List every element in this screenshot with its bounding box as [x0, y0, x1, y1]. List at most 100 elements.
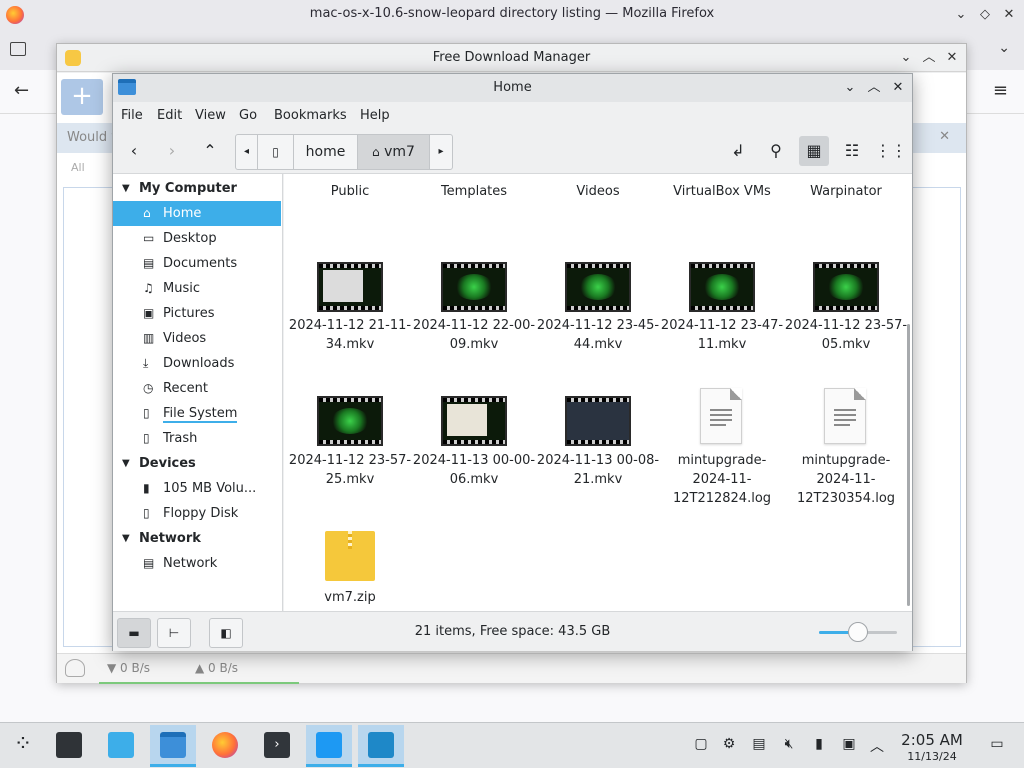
back-button[interactable]: ‹ [119, 136, 149, 166]
sidebar-item-trash[interactable]: ▯ Trash [113, 426, 281, 451]
close-icon[interactable]: ✕ [887, 77, 909, 99]
clipboard-icon[interactable]: ▢ [690, 736, 712, 752]
taskbar-store[interactable] [98, 725, 144, 767]
menu-go[interactable]: Go [239, 108, 257, 123]
close-icon[interactable]: ✕ [998, 4, 1020, 26]
menu-file[interactable]: File [121, 108, 143, 123]
file-label[interactable]: 2024-11-12 23-47-11.mkv [660, 316, 784, 354]
file-label[interactable]: mintupgrade-2024-11-12T212824.log [660, 451, 784, 508]
notes-icon[interactable]: ▤ [748, 736, 770, 752]
sidebar-item-floppy[interactable]: ▯ Floppy Disk [113, 501, 281, 526]
battery-icon[interactable]: ▮ [808, 736, 830, 752]
breadcrumb-vm7[interactable]: ⌂ vm7 [358, 135, 430, 169]
sidebar-section-my-computer[interactable]: ▼ My Computer [113, 176, 281, 201]
file-label[interactable]: 2024-11-13 00-00-06.mkv [412, 451, 536, 489]
volume-muted-icon[interactable]: 🔇︎ [778, 736, 800, 752]
breadcrumb-right-icon[interactable]: ▸ [430, 135, 452, 169]
menu-bookmarks[interactable]: Bookmarks [274, 108, 347, 123]
show-desktop-icon[interactable]: ▭ [986, 736, 1008, 752]
video-thumbnail-icon[interactable] [441, 262, 507, 312]
usb-drive-icon: ▮ [143, 481, 150, 495]
show-hidden-icons-icon[interactable]: ︿ [866, 736, 888, 756]
toggle-location-icon[interactable]: ↲ [723, 136, 753, 166]
tab-manager-icon[interactable] [10, 42, 26, 56]
banner-close-icon[interactable]: ✕ [939, 129, 950, 144]
file-label[interactable]: 2024-11-12 23-57-05.mkv [784, 316, 908, 354]
sidebar-item-file-system[interactable]: ▯ File System [113, 401, 281, 426]
folder-virtualbox-vms[interactable]: VirtualBox VMs [660, 182, 784, 201]
taskbar-settings[interactable] [46, 725, 92, 767]
drive-icon[interactable]: ▯ [258, 135, 294, 169]
folder-templates[interactable]: Templates [412, 182, 536, 201]
zip-archive-icon[interactable] [325, 531, 375, 581]
menu-view[interactable]: View [195, 108, 226, 123]
clock-date[interactable]: 11/13/24 [896, 750, 968, 763]
search-icon[interactable]: ⚲ [761, 136, 791, 166]
minimize-icon[interactable]: ⌄ [950, 4, 972, 26]
sidebar-item-music[interactable]: ♫ Music [113, 276, 281, 301]
clock-time[interactable]: 2:05 AM [896, 731, 968, 749]
network-status-icon[interactable]: ▣ [838, 736, 860, 752]
close-icon[interactable]: ✕ [941, 47, 963, 69]
minimize-icon[interactable]: ⌄ [839, 77, 861, 99]
add-download-button[interactable]: + [61, 79, 103, 115]
taskbar-system-monitor[interactable] [306, 725, 352, 767]
sidebar-item-desktop[interactable]: ▭ Desktop [113, 226, 281, 251]
video-thumbnail-icon[interactable] [565, 262, 631, 312]
sidebar-item-home[interactable]: ⌂ Home [113, 201, 281, 226]
menu-edit[interactable]: Edit [157, 108, 182, 123]
text-file-icon[interactable] [824, 388, 866, 444]
compact-view-button[interactable]: ⋮⋮ [875, 136, 907, 166]
app-launcher-button[interactable]: ⁘ [0, 725, 46, 767]
list-view-button[interactable]: ☷ [837, 136, 867, 166]
video-thumbnail-icon[interactable] [689, 262, 755, 312]
maximize-icon[interactable]: ︿ [863, 77, 885, 99]
sidebar-section-devices[interactable]: ▼ Devices [113, 451, 281, 476]
sidebar-item-pictures[interactable]: ▣ Pictures [113, 301, 281, 326]
menu-help[interactable]: Help [360, 108, 390, 123]
zoom-slider-handle[interactable] [848, 622, 868, 642]
minimize-icon[interactable]: ⌄ [895, 47, 917, 69]
filter-all-tab[interactable]: All [71, 161, 85, 174]
taskbar-file-manager[interactable] [150, 725, 196, 767]
sidebar-item-usb-volume[interactable]: ▮ 105 MB Volu... [113, 476, 281, 501]
breadcrumb-left-icon[interactable]: ◂ [236, 135, 258, 169]
list-tabs-icon[interactable]: ⌄ [998, 40, 1010, 56]
sidebar-item-downloads[interactable]: ⤓ Downloads [113, 351, 281, 376]
video-thumbnail-icon[interactable] [317, 262, 383, 312]
forward-button[interactable]: › [157, 136, 187, 166]
file-label[interactable]: mintupgrade-2024-11-12T230354.log [784, 451, 908, 508]
text-file-icon[interactable] [700, 388, 742, 444]
scrollbar[interactable] [907, 324, 910, 606]
taskbar-download-manager[interactable] [358, 725, 404, 767]
sidebar-section-network[interactable]: ▼ Network [113, 526, 281, 551]
video-thumbnail-icon[interactable] [441, 396, 507, 446]
file-label[interactable]: 2024-11-12 22-00-09.mkv [412, 316, 536, 354]
video-thumbnail-icon[interactable] [565, 396, 631, 446]
sidebar-item-recent[interactable]: ◷ Recent [113, 376, 281, 401]
breadcrumb-home[interactable]: home [294, 135, 358, 169]
folder-warpinator[interactable]: Warpinator [784, 182, 908, 201]
file-label[interactable]: 2024-11-12 21-11-34.mkv [288, 316, 412, 354]
taskbar-terminal[interactable]: › [254, 725, 300, 767]
maximize-icon[interactable]: ◇ [974, 4, 996, 26]
hamburger-menu-icon[interactable]: ≡ [993, 80, 1008, 101]
video-thumbnail-icon[interactable] [317, 396, 383, 446]
file-label[interactable]: vm7.zip [288, 588, 412, 607]
sidebar-item-documents[interactable]: ▤ Documents [113, 251, 281, 276]
snail-mode-icon[interactable] [65, 659, 85, 677]
sidebar-item-network[interactable]: ▤ Network [113, 551, 281, 576]
video-thumbnail-icon[interactable] [813, 262, 879, 312]
folder-videos[interactable]: Videos [536, 182, 660, 201]
file-label[interactable]: 2024-11-13 00-08-21.mkv [536, 451, 660, 489]
taskbar-firefox[interactable] [202, 725, 248, 767]
file-label[interactable]: 2024-11-12 23-45-44.mkv [536, 316, 660, 354]
icon-view-button[interactable]: ▦ [799, 136, 829, 166]
up-button[interactable]: ⌃ [195, 136, 225, 166]
updates-icon[interactable]: ⚙ [718, 736, 740, 752]
maximize-icon[interactable]: ︿ [918, 47, 940, 69]
back-icon[interactable]: ← [14, 80, 29, 101]
sidebar-item-videos[interactable]: ▥ Videos [113, 326, 281, 351]
folder-public[interactable]: Public [288, 182, 412, 201]
file-label[interactable]: 2024-11-12 23-57-25.mkv [288, 451, 412, 489]
